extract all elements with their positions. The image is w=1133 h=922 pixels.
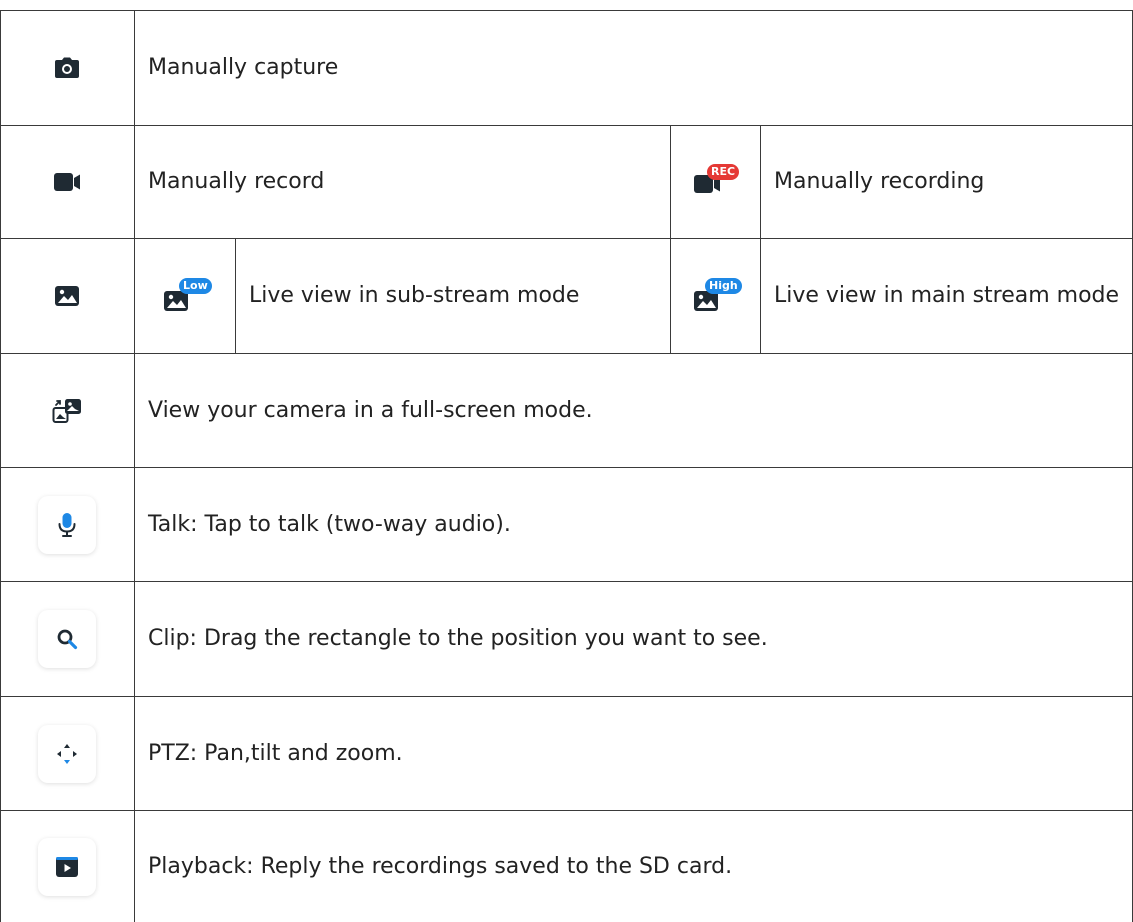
feature-description: Live view in main stream mode	[774, 283, 1120, 308]
rec-badge: REC	[707, 164, 740, 180]
feature-description: Manually recording	[774, 169, 985, 194]
feature-description: Manually capture	[148, 55, 339, 80]
feature-description: Manually record	[148, 169, 325, 194]
camera-icon	[0, 11, 134, 125]
playback-icon[interactable]	[0, 811, 134, 922]
video-record-icon	[0, 126, 134, 238]
mainstream-high-icon: High	[670, 239, 760, 353]
fullscreen-icon	[0, 354, 134, 467]
image-icon	[0, 239, 134, 353]
high-badge: High	[705, 278, 742, 294]
feature-description: PTZ: Pan,tilt and zoom.	[148, 740, 403, 766]
low-badge: Low	[179, 278, 212, 294]
ptz-arrows-icon[interactable]	[0, 697, 134, 810]
feature-description: Live view in sub-stream mode	[249, 283, 580, 308]
microphone-icon[interactable]	[0, 468, 134, 581]
feature-description: Clip: Drag the rectangle to the position…	[148, 626, 768, 651]
substream-low-icon: Low	[135, 239, 235, 353]
feature-description: Talk: Tap to talk (two-way audio).	[148, 511, 511, 537]
feature-description: Playback: Reply the recordings saved to …	[148, 853, 733, 879]
recording-icon: REC	[670, 126, 760, 238]
zoom-search-icon[interactable]	[0, 582, 134, 696]
feature-description: View your camera in a full-screen mode.	[148, 397, 593, 423]
